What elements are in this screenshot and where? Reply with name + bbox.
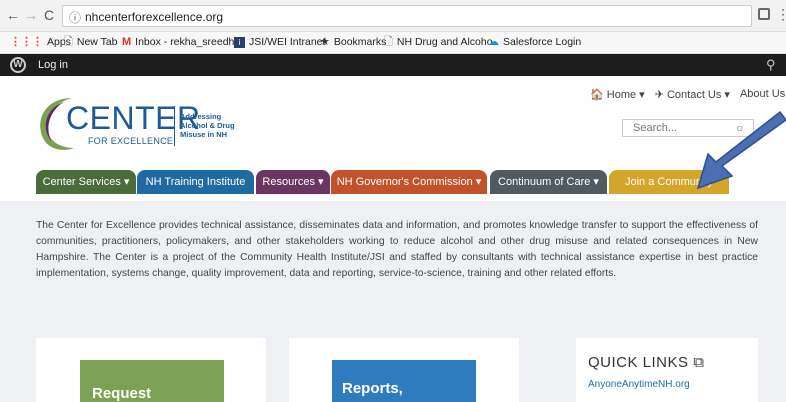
nav-nh-training-institute[interactable]: NH Training Institute bbox=[137, 170, 254, 194]
tagline-line: Addressing bbox=[180, 112, 222, 121]
bookmark-label: New Tab bbox=[76, 36, 118, 48]
home-link[interactable]: 🏠 Home ▾ bbox=[590, 88, 645, 101]
address-bar[interactable]: ⓘ nhcenterforexcellence.org ☆ bbox=[62, 5, 752, 27]
reports-tile[interactable]: Reports, bbox=[332, 360, 476, 402]
search-placeholder: Search... bbox=[633, 122, 678, 134]
quick-link-anyoneanytime[interactable]: AnyoneAnytimeNH.org bbox=[588, 379, 690, 390]
intranet-icon: i bbox=[234, 36, 245, 48]
gmail-icon: M bbox=[122, 36, 132, 48]
logo-divider bbox=[174, 106, 175, 146]
bookmark-label: JSI/WEI Intranet bbox=[249, 36, 326, 48]
about-us-link[interactable]: About Us bbox=[740, 88, 785, 101]
bookmark-label: NH Drug and Alcoho bbox=[396, 36, 493, 48]
back-button[interactable]: ← bbox=[4, 6, 22, 24]
wordpress-logo-icon[interactable]: W bbox=[10, 57, 26, 73]
browser-menu-icon[interactable]: ⋮ bbox=[776, 6, 786, 23]
bookmark-new-tab[interactable]: 🗋 New Tab bbox=[64, 36, 118, 48]
bookmark-nh-drug[interactable]: 🗋 NH Drug and Alcoho bbox=[384, 36, 493, 48]
site-info-icon[interactable]: ⓘ bbox=[69, 9, 81, 26]
page-icon: 🗋 bbox=[64, 36, 73, 48]
forward-button[interactable]: → bbox=[22, 6, 40, 24]
bookmark-jsi-intranet[interactable]: i JSI/WEI Intranet bbox=[234, 36, 325, 48]
nav-resources[interactable]: Resources ▾ bbox=[256, 170, 330, 194]
page-icon: 🗋 bbox=[384, 36, 393, 48]
salesforce-cloud-icon: ☁ bbox=[488, 36, 499, 48]
intro-paragraph: The Center for Excellence provides techn… bbox=[36, 220, 758, 279]
admin-bar: W Log in ⚲ bbox=[0, 54, 786, 76]
apps-grid-icon: ⋮⋮⋮ bbox=[10, 36, 43, 48]
nav-center-services[interactable]: Center Services ▾ bbox=[36, 170, 136, 194]
star-icon: ★ bbox=[320, 36, 330, 48]
header-links: 🏠 Home ▾ ✈ Contact Us ▾ About Us bbox=[590, 88, 785, 101]
bookmark-label: Bookmarks bbox=[333, 36, 387, 48]
bookmark-bookmarks[interactable]: ★ Bookmarks bbox=[320, 36, 386, 48]
tagline-line: Alcohol & Drug bbox=[180, 121, 235, 130]
external-link-icon: ⧉ bbox=[693, 354, 705, 371]
bookmark-label: Salesforce Login bbox=[503, 36, 582, 48]
nav-nh-governors-commission[interactable]: NH Governor's Commission ▾ bbox=[331, 170, 487, 194]
site-logo[interactable]: CENTER FOR EXCELLENCE Addressing Alcohol… bbox=[34, 92, 254, 152]
contact-us-link[interactable]: ✈ Contact Us ▾ bbox=[655, 88, 730, 101]
url-text[interactable]: nhcenterforexcellence.org bbox=[85, 10, 223, 24]
tagline-line: Misuse in NH bbox=[180, 130, 228, 139]
bookmark-salesforce[interactable]: ☁ Salesforce Login bbox=[488, 36, 581, 48]
login-link[interactable]: Log in bbox=[38, 59, 68, 71]
logo-tagline: Addressing Alcohol & Drug Misuse in NH bbox=[180, 112, 235, 139]
browser-toolbar: ← → C ⓘ nhcenterforexcellence.org ☆ ⋮ bbox=[0, 0, 786, 32]
admin-search-icon[interactable]: ⚲ bbox=[766, 57, 776, 73]
annotation-arrow-icon bbox=[696, 110, 786, 190]
nav-continuum-of-care[interactable]: Continuum of Care ▾ bbox=[490, 170, 607, 194]
bookmark-apps[interactable]: ⋮⋮⋮ Apps bbox=[10, 36, 71, 48]
bookmark-inbox[interactable]: M Inbox - rekha_sreedh bbox=[122, 36, 234, 48]
logo-subtitle: FOR EXCELLENCE bbox=[88, 136, 174, 146]
extension-icon[interactable] bbox=[758, 8, 770, 20]
quick-links-label: QUICK LINKS bbox=[588, 354, 689, 371]
bookmark-label: Inbox - rekha_sreedh bbox=[135, 36, 235, 48]
bookmarks-bar: ⋮⋮⋮ Apps 🗋 New Tab M Inbox - rekha_sreed… bbox=[0, 32, 786, 54]
request-tile[interactable]: Request bbox=[80, 360, 224, 402]
reload-button[interactable]: C bbox=[40, 6, 58, 24]
quick-links-title: QUICK LINKS ⧉ bbox=[588, 354, 704, 371]
